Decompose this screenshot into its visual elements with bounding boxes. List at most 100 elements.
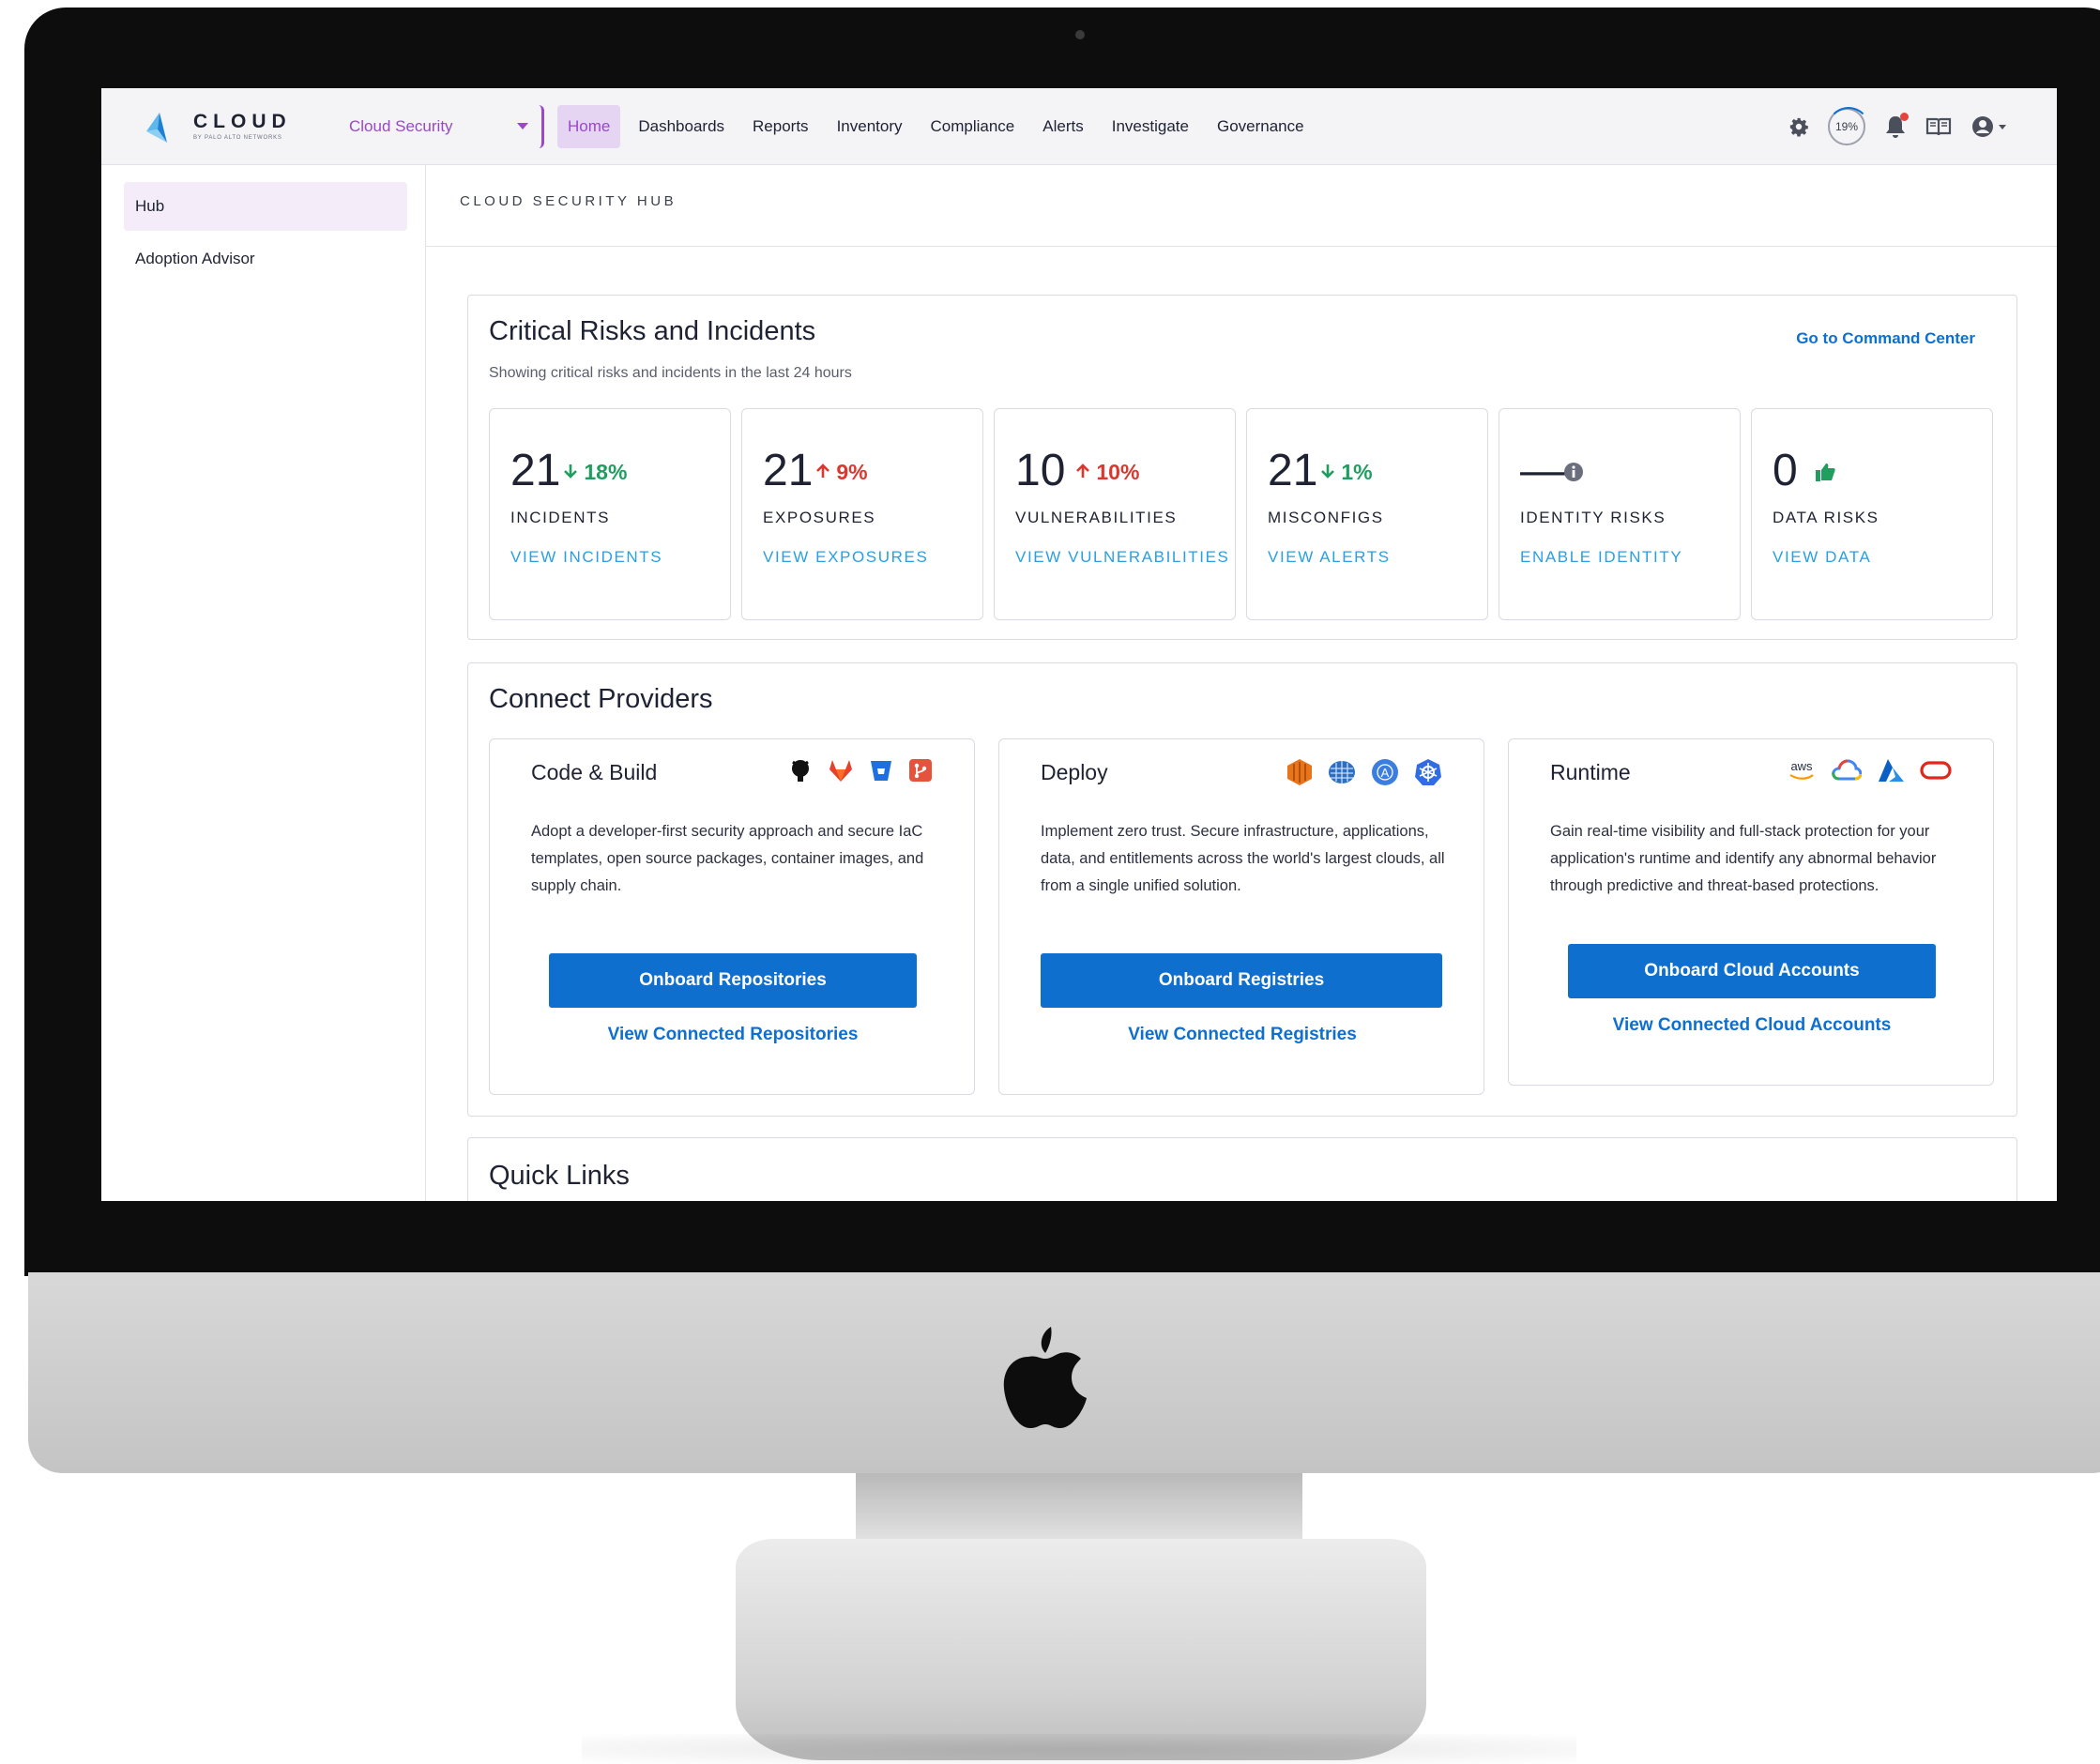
sidebar-item-adoption-advisor[interactable]: Adoption Advisor — [124, 235, 407, 283]
nav-item-governance[interactable]: Governance — [1207, 105, 1315, 148]
provider-description: Implement zero trust. Secure infrastruct… — [1041, 823, 1445, 894]
nav-item-home[interactable]: Home — [557, 105, 621, 148]
metric-label: VULNERABILITIES — [1015, 509, 1178, 526]
quick-links-title: Quick Links — [489, 1161, 630, 1191]
metric-card-misconfigs[interactable]: 21 1% MISCONFIGS VIEW ALERTS — [1246, 408, 1488, 620]
page-title: CLOUD SECURITY HUB — [460, 193, 677, 209]
progress-ring-label: 19% — [1828, 108, 1865, 145]
view-vulnerabilities-link[interactable]: VIEW VULNERABILITIES — [1015, 548, 1230, 567]
provider-title: Runtime — [1550, 760, 1631, 784]
provider-card-code-build: Code & Build Adopt a developer-first sec… — [489, 738, 975, 1095]
thumbs-up-icon — [1816, 464, 1835, 481]
view-exposures-link[interactable]: VIEW EXPOSURES — [763, 548, 928, 567]
nav-item-dashboards[interactable]: Dashboards — [628, 105, 735, 148]
gitlab-icon — [829, 760, 852, 782]
metric-value: 10 — [1015, 446, 1066, 495]
metric-value: — — [1520, 446, 1565, 495]
info-icon[interactable] — [1563, 462, 1584, 482]
metric-card-exposures[interactable]: 21 9% EXPOSURES VIEW EXPOSURES — [741, 408, 983, 620]
provider-description: Gain real-time visibility and full-stack… — [1550, 823, 1937, 894]
bitbucket-icon — [871, 761, 891, 781]
critical-risks-title: Critical Risks and Incidents — [489, 316, 816, 346]
azure-registry-icon: A — [1372, 759, 1398, 785]
apple-logo-icon — [1003, 1327, 1087, 1428]
kubernetes-icon — [1415, 759, 1441, 785]
metric-value: 0 — [1773, 446, 1798, 495]
metric-delta: 1% — [1320, 460, 1373, 485]
onboard-registries-button[interactable]: Onboard Registries — [1041, 953, 1442, 1008]
registry-icon — [1329, 761, 1355, 783]
view-connected-repositories-link[interactable]: View Connected Repositories — [490, 1025, 976, 1045]
top-navigation-bar: CLOUD BY PALO ALTO NETWORKS Cloud Securi… — [101, 88, 2057, 165]
command-center-link[interactable]: Go to Command Center — [1796, 329, 1975, 348]
sidebar-item-hub[interactable]: Hub — [124, 182, 407, 231]
provider-icons: aws — [1772, 758, 1952, 783]
critical-risks-subtitle: Showing critical risks and incidents in … — [489, 365, 852, 381]
notification-dot — [1900, 113, 1909, 121]
metric-delta-value: 10% — [1096, 460, 1140, 484]
brand-subtitle: BY PALO ALTO NETWORKS — [193, 135, 282, 141]
stand-base — [736, 1539, 1426, 1760]
sidebar: Hub Adoption Advisor — [101, 165, 426, 1201]
user-icon[interactable] — [1971, 114, 2010, 139]
github-icon — [792, 760, 809, 782]
metric-card-incidents[interactable]: 21 18% INCIDENTS VIEW INCIDENTS — [489, 408, 731, 620]
metric-value: 21 — [510, 446, 561, 495]
screen: CLOUD BY PALO ALTO NETWORKS Cloud Securi… — [101, 88, 2057, 1201]
provider-card-runtime: Runtime aws Gain real-time visibility an… — [1508, 738, 1994, 1086]
onboard-repositories-button[interactable]: Onboard Repositories — [549, 953, 917, 1008]
metric-card-vulnerabilities[interactable]: 10 10% VULNERABILITIES VIEW VULNERABILIT… — [994, 408, 1236, 620]
view-connected-cloud-accounts-link[interactable]: View Connected Cloud Accounts — [1509, 1015, 1995, 1036]
provider-description: Adopt a developer-first security approac… — [531, 823, 924, 894]
book-icon[interactable] — [1925, 116, 1952, 137]
onboard-cloud-accounts-button[interactable]: Onboard Cloud Accounts — [1568, 944, 1936, 998]
arrow-up-icon — [1076, 464, 1089, 478]
nav-item-reports[interactable]: Reports — [742, 105, 819, 148]
metric-delta: 18% — [563, 460, 627, 485]
arrow-down-icon — [1321, 464, 1334, 479]
metric-delta-value: 18% — [584, 460, 628, 484]
cloud-logo-icon[interactable] — [143, 111, 173, 146]
gear-icon[interactable] — [1788, 116, 1809, 137]
provider-title: Deploy — [1041, 760, 1108, 784]
product-select[interactable]: Cloud Security — [336, 105, 544, 148]
azure-icon — [1879, 759, 1904, 782]
nav-item-compliance[interactable]: Compliance — [921, 105, 1026, 148]
divider — [426, 246, 2057, 247]
product-select-value: Cloud Security — [349, 117, 453, 135]
top-icons: 19% — [1770, 105, 2010, 148]
aws-icon: aws — [1789, 759, 1814, 780]
arrow-up-icon — [816, 464, 829, 478]
metric-label: IDENTITY RISKS — [1520, 509, 1666, 526]
view-connected-registries-link[interactable]: View Connected Registries — [999, 1025, 1485, 1045]
nav-item-inventory[interactable]: Inventory — [827, 105, 913, 148]
chevron-down-icon — [517, 123, 528, 129]
provider-icons: A — [1271, 758, 1442, 786]
metric-card-identity-risks[interactable]: — IDENTITY RISKS ENABLE IDENTITY — [1499, 408, 1741, 620]
metric-delta: 10% — [1075, 460, 1139, 485]
view-incidents-link[interactable]: VIEW INCIDENTS — [510, 548, 662, 567]
connect-providers-panel: Connect Providers Code & Build Adopt a d… — [467, 662, 2017, 1117]
view-alerts-link[interactable]: VIEW ALERTS — [1268, 548, 1391, 567]
arrow-down-icon — [564, 464, 577, 479]
metric-label: INCIDENTS — [510, 509, 611, 526]
provider-title: Code & Build — [531, 760, 658, 784]
connect-providers-title: Connect Providers — [489, 684, 713, 714]
camera — [1075, 30, 1085, 39]
oracle-icon — [1920, 761, 1952, 780]
nav-item-alerts[interactable]: Alerts — [1032, 105, 1093, 148]
bell-icon[interactable] — [1884, 113, 1909, 139]
critical-risks-panel: Critical Risks and Incidents Showing cri… — [467, 295, 2017, 640]
view-data-link[interactable]: VIEW DATA — [1773, 548, 1871, 567]
nav-item-investigate[interactable]: Investigate — [1102, 105, 1199, 148]
brand-name: CLOUD — [193, 111, 292, 132]
aws-ecr-icon — [1287, 759, 1312, 785]
metric-label: MISCONFIGS — [1268, 509, 1384, 526]
usage-progress[interactable]: 19% — [1828, 108, 1865, 145]
provider-icons — [773, 758, 933, 783]
metric-value: 21 — [1268, 446, 1318, 495]
enable-identity-link[interactable]: ENABLE IDENTITY — [1520, 548, 1682, 567]
stand-neck — [856, 1473, 1302, 1548]
metric-card-data-risks[interactable]: 0 DATA RISKS VIEW DATA — [1751, 408, 1993, 620]
aws-text: aws — [1790, 759, 1813, 773]
